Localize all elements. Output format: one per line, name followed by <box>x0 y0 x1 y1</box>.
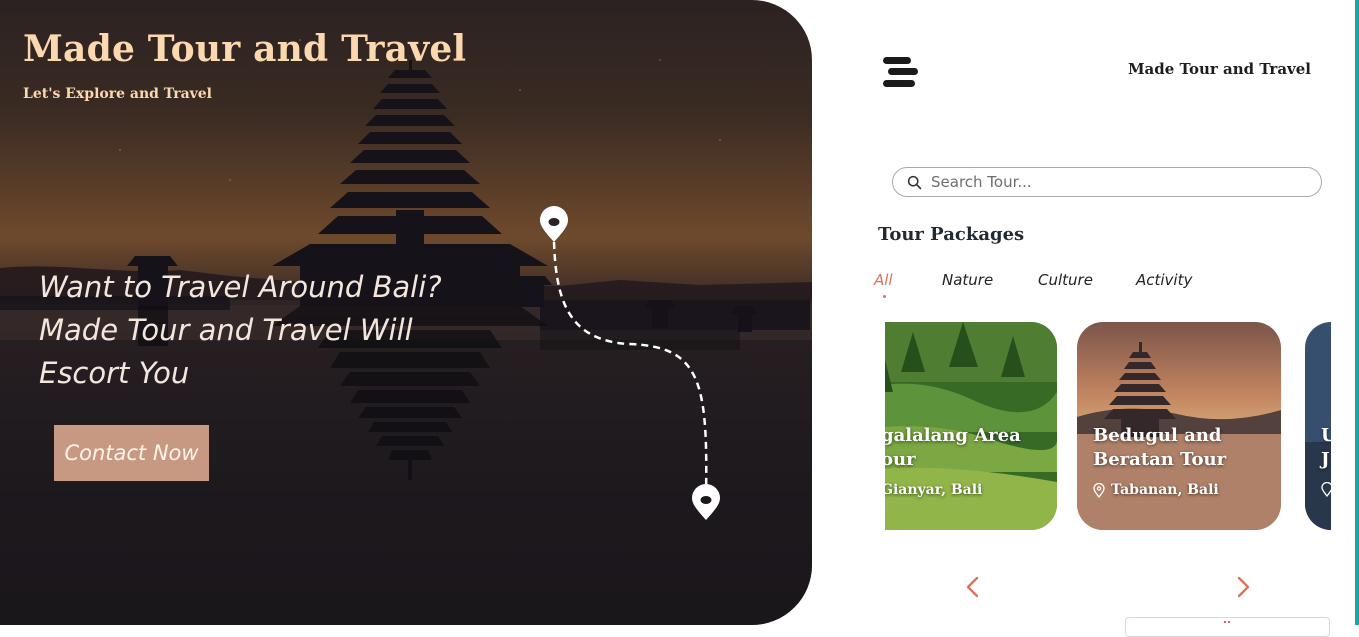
contact-now-button[interactable]: Contact Now <box>54 425 209 481</box>
chevron-left-icon[interactable] <box>963 576 983 598</box>
card-location: Tabanan, Bali <box>1093 482 1219 498</box>
location-pin-icon <box>1321 482 1331 497</box>
map-pin-icon <box>540 206 568 242</box>
card-title: Bedugul and Beratan Tour <box>1093 425 1227 470</box>
search-icon <box>907 175 922 189</box>
hero-banner: Made Tour and Travel Let's Explore and T… <box>0 0 812 625</box>
hero-heading-line-1: Want to Travel Around Bali? <box>39 270 442 304</box>
tour-carousel: galalang Area our Gianyar, Bali Bedugul … <box>885 322 1331 532</box>
location-pin-icon <box>1093 482 1105 498</box>
card-location <box>1321 482 1331 497</box>
tour-card[interactable]: galalang Area our Gianyar, Bali <box>885 322 1057 530</box>
chevron-right-icon[interactable] <box>1233 576 1253 598</box>
card-title: galalang Area our <box>885 425 1021 470</box>
bottom-panel-partial <box>1125 617 1330 637</box>
hero-heading: Want to Travel Around Bali? Made Tour an… <box>39 266 499 395</box>
tab-activity[interactable]: Activity <box>1136 271 1192 289</box>
tab-all[interactable]: All <box>874 271 893 289</box>
hero-title: Made Tour and Travel <box>23 28 467 70</box>
tour-card[interactable]: UJ <box>1305 322 1331 530</box>
card-title: UJ <box>1321 425 1331 470</box>
tab-culture[interactable]: Culture <box>1038 271 1093 289</box>
tour-packages-title: Tour Packages <box>878 224 1025 245</box>
hamburger-menu-icon[interactable] <box>882 56 918 90</box>
tab-nature[interactable]: Nature <box>942 271 993 289</box>
header-brand: Made Tour and Travel <box>1127 60 1311 78</box>
tour-card[interactable]: Bedugul and Beratan Tour Tabanan, Bali <box>1077 322 1281 530</box>
search-bar <box>892 167 1322 197</box>
card-location: Gianyar, Bali <box>885 482 983 498</box>
right-edge-border <box>1355 0 1359 625</box>
hero-subtitle: Let's Explore and Travel <box>23 86 212 102</box>
search-input[interactable] <box>929 172 1303 192</box>
hero-heading-line-2: Made Tour and Travel Will Escort You <box>39 313 413 390</box>
decorative-mark <box>1224 621 1230 626</box>
active-tab-indicator <box>883 295 886 298</box>
